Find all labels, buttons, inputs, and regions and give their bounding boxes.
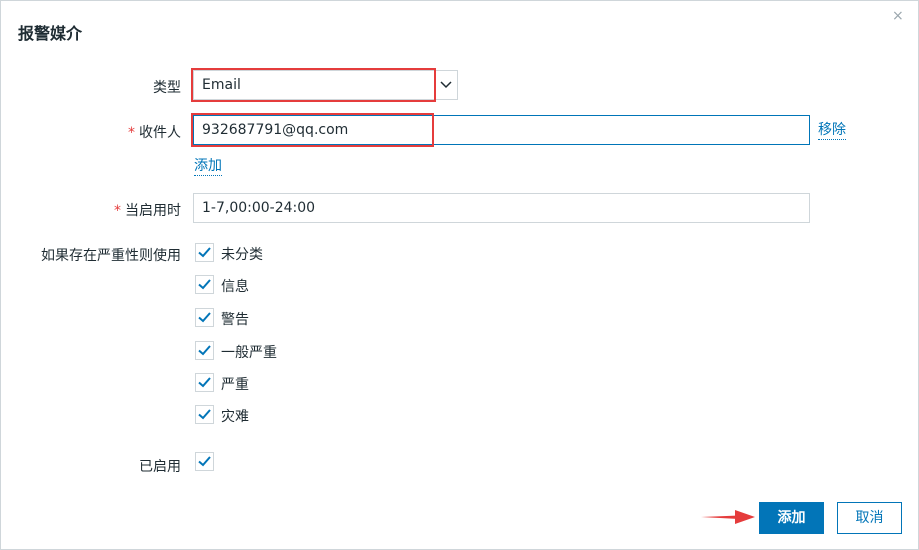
media-dialog: 报警媒介 × 类型 Email * 收件人 932687791@qq.com 移除… xyxy=(0,0,919,550)
type-label: 类型 xyxy=(153,80,181,96)
dialog-title: 报警媒介 xyxy=(18,24,83,43)
severity-checkbox-average[interactable] xyxy=(195,341,214,360)
recipient-input[interactable]: 932687791@qq.com xyxy=(193,115,810,145)
type-select-value: Email xyxy=(202,77,241,93)
close-icon[interactable]: × xyxy=(892,8,904,24)
severity-option-label: 未分类 xyxy=(221,247,263,263)
required-mark: * xyxy=(128,125,135,141)
severity-checkbox-warning[interactable] xyxy=(195,308,214,327)
cancel-button[interactable]: 取消 xyxy=(837,502,902,534)
remove-link[interactable]: 移除 xyxy=(818,122,846,140)
severity-label: 如果存在严重性则使用 xyxy=(41,248,181,264)
severity-option-label: 严重 xyxy=(221,377,249,393)
severity-option-label: 警告 xyxy=(221,312,249,328)
severity-option-label: 灾难 xyxy=(221,409,249,425)
recipient-input-value: 932687791@qq.com xyxy=(202,122,349,138)
when-active-label-text: 当启用时 xyxy=(125,203,181,219)
when-active-input[interactable]: 1-7,00:00-24:00 xyxy=(193,193,810,223)
required-mark: * xyxy=(114,203,121,219)
recipient-label-text: 收件人 xyxy=(139,125,181,141)
severity-checkbox-not-classified[interactable] xyxy=(195,243,214,262)
severity-option-label: 一般严重 xyxy=(221,345,277,361)
severity-checkbox-high[interactable] xyxy=(195,373,214,392)
recipient-label: * 收件人 xyxy=(91,122,181,142)
severity-checkbox-information[interactable] xyxy=(195,275,214,294)
add-recipient-link[interactable]: 添加 xyxy=(194,158,222,176)
severity-option-label: 信息 xyxy=(221,279,249,295)
type-select[interactable]: Email xyxy=(193,70,458,100)
enabled-label: 已启用 xyxy=(139,459,181,475)
when-active-input-value: 1-7,00:00-24:00 xyxy=(202,200,316,216)
when-active-label: * 当启用时 xyxy=(91,200,181,220)
chevron-down-icon xyxy=(434,71,457,99)
red-arrow-icon xyxy=(701,510,755,524)
add-button[interactable]: 添加 xyxy=(759,502,824,534)
severity-checkbox-disaster[interactable] xyxy=(195,405,214,424)
enabled-checkbox[interactable] xyxy=(195,452,214,471)
